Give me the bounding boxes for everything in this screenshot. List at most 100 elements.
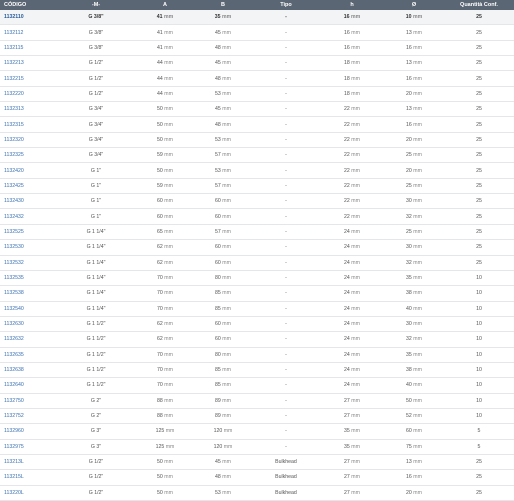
cell-code[interactable]: 1132313 [0, 101, 56, 118]
table-row[interactable]: 1132112 G 3/8" 41 mm 45 mm -16 mm 13 mm 25 [0, 24, 514, 41]
table-row[interactable]: 1132420 G 1" 50 mm 53 mm -22 mm 20 mm 25 [0, 162, 514, 179]
table-row[interactable]: 1132532 G 1 1/4" 62 mm 60 mm -24 mm 32 mm 25 [0, 255, 514, 271]
cell-code[interactable]: 1132215 [0, 70, 56, 87]
cell-h: 27 mm [320, 469, 384, 486]
cell-a: 62 mm [136, 255, 194, 271]
cell-tipo: - [252, 347, 320, 363]
cell-code[interactable]: 1132538 [0, 285, 56, 302]
cell-code[interactable]: 1132750 [0, 393, 56, 409]
table-row[interactable]: 1132538 G 1 1/4" 70 mm 85 mm -24 mm 38 mm 10 [0, 285, 514, 302]
cell-thread: G 1 1/2" [56, 347, 136, 363]
cell-thread-value: G 1 1/4" [86, 228, 106, 235]
unit-label: mm [351, 44, 360, 51]
table-row[interactable]: 113220L G 1/2" 50 mm 53 mm Bulkhead 27 mm 20 m… [0, 485, 514, 501]
table-row[interactable]: 1132530 G 1 1/4" 62 mm 60 mm -24 mm 30 mm 25 [0, 239, 514, 256]
cell-h-value: 18 [344, 90, 350, 97]
table-row[interactable]: 1132430 G 1" 60 mm 60 mm -22 mm 30 mm 25 [0, 193, 514, 210]
cell-diameter-value: 35 [406, 351, 412, 358]
cell-h: 35 mm [320, 439, 384, 455]
cell-code[interactable]: 1132640 [0, 377, 56, 394]
cell-code[interactable]: 1132535 [0, 270, 56, 287]
cell-code[interactable]: 1132213 [0, 55, 56, 72]
table-row[interactable]: 1132975 G 3" 125 mm 120 mm -35 mm 75 mm 5 [0, 439, 514, 455]
cell-a-value: 50 [157, 106, 163, 113]
cell-b: 85 mm [194, 301, 252, 317]
cell-code[interactable]: 1132635 [0, 347, 56, 363]
cell-code[interactable]: 1132975 [0, 439, 56, 455]
table-row[interactable]: 1132750 G 2" 88 mm 89 mm -27 mm 50 mm 10 [0, 393, 514, 409]
table-row[interactable]: 1132110 G 3/8" 41 mm 35 mm -16 mm 10 mm 25 [0, 10, 514, 26]
cell-code[interactable]: 1132325 [0, 147, 56, 164]
unit-label: mm [222, 244, 231, 251]
cell-a: 62 mm [136, 316, 194, 333]
cell-code[interactable]: 1132525 [0, 224, 56, 241]
cell-code[interactable]: 1132420 [0, 162, 56, 179]
cell-code[interactable]: 1132315 [0, 116, 56, 133]
cell-quantity-value: 10 [476, 275, 482, 282]
cell-code[interactable]: 1132220 [0, 86, 56, 103]
table-row[interactable]: 1132630 G 1 1/2" 62 mm 60 mm -24 mm 30 mm 10 [0, 316, 514, 333]
cell-code[interactable]: 1132115 [0, 40, 56, 57]
table-row[interactable]: 1132540 G 1 1/4" 70 mm 85 mm -24 mm 40 mm 10 [0, 301, 514, 317]
cell-b-value: 48 [215, 75, 221, 82]
table-row[interactable]: 1132320 G 3/4" 50 mm 53 mm -22 mm 20 mm 25 [0, 132, 514, 149]
table-row[interactable]: 1132535 G 1 1/4" 70 mm 80 mm -24 mm 35 mm 10 [0, 270, 514, 287]
unit-label: mm [223, 428, 233, 435]
cell-h-value: 16 [343, 14, 350, 21]
table-row[interactable]: 1132632 G 1 1/2" 62 mm 60 mm -24 mm 32 mm 10 [0, 331, 514, 348]
cell-code[interactable]: 1132960 [0, 423, 56, 440]
unit-label: mm [351, 152, 360, 159]
table-row[interactable]: 1132325 G 3/4" 59 mm 57 mm -22 mm 25 mm 25 [0, 147, 514, 164]
cell-code[interactable]: 1132530 [0, 239, 56, 256]
cell-code[interactable]: 1132632 [0, 331, 56, 348]
unit-label: mm [413, 167, 422, 174]
cell-code[interactable]: 1132432 [0, 208, 56, 225]
cell-h-value: 35 [344, 443, 350, 450]
table-row[interactable]: 1132220 G 1/2" 44 mm 53 mm -18 mm 20 mm 25 [0, 86, 514, 103]
unit-label: mm [351, 198, 360, 205]
table-row[interactable]: 1132115 G 3/8" 41 mm 48 mm -16 mm 16 mm 25 [0, 40, 514, 57]
table-row[interactable]: 113213L G 1/2" 50 mm 45 mm Bulkhead 27 mm 13 m… [0, 454, 514, 471]
table-row[interactable]: 1132640 G 1 1/2" 70 mm 85 mm -24 mm 40 mm 10 [0, 377, 514, 394]
cell-code[interactable]: 113215L [0, 469, 56, 486]
table-row[interactable]: 1132313 G 3/4" 50 mm 45 mm -22 mm 13 mm 25 [0, 101, 514, 118]
table-row[interactable]: 1132638 G 1 1/2" 70 mm 85 mm -24 mm 38 mm 10 [0, 362, 514, 379]
cell-code[interactable]: 1132540 [0, 301, 56, 317]
cell-a-value: 88 [157, 397, 163, 404]
cell-code[interactable]: 1132112 [0, 24, 56, 41]
cell-code[interactable]: 1132752 [0, 408, 56, 425]
table-row[interactable]: 1132635 G 1 1/2" 70 mm 80 mm -24 mm 35 mm 10 [0, 347, 514, 363]
cell-code[interactable]: 113220L [0, 485, 56, 501]
table-row[interactable]: 1132425 G 1" 59 mm 57 mm -22 mm 25 mm 25 [0, 178, 514, 195]
cell-code-value: 1132640 [4, 382, 24, 389]
unit-label: mm [164, 182, 173, 189]
cell-diameter: 13 mm [384, 454, 444, 471]
cell-code[interactable]: 1132110 [0, 10, 56, 26]
cell-h-value: 24 [344, 259, 350, 266]
table-row[interactable]: 113215L G 1/2" 50 mm 48 mm Bulkhead 27 mm 16 m… [0, 469, 514, 486]
table-row[interactable]: 1132960 G 3" 125 mm 120 mm -35 mm 60 mm 5 [0, 423, 514, 440]
table-row[interactable]: 1132215 G 1/2" 44 mm 48 mm -18 mm 16 mm 25 [0, 70, 514, 87]
unit-label: mm [413, 152, 422, 159]
cell-diameter: 32 mm [384, 331, 444, 348]
unit-label: mm [222, 367, 231, 374]
cell-code[interactable]: 1132430 [0, 193, 56, 210]
cell-h: 22 mm [320, 132, 384, 149]
cell-b-value: 45 [215, 29, 221, 36]
unit-label: mm [222, 75, 231, 82]
cell-code[interactable]: 1132425 [0, 178, 56, 195]
cell-code[interactable]: 1132320 [0, 132, 56, 149]
cell-code[interactable]: 1132532 [0, 255, 56, 271]
cell-code[interactable]: 1132630 [0, 316, 56, 333]
table-row[interactable]: 1132525 G 1 1/4" 65 mm 57 mm -24 mm 25 mm 25 [0, 224, 514, 241]
header-tipo: Tipo [252, 0, 320, 10]
table-row[interactable]: 1132752 G 2" 88 mm 89 mm -27 mm 52 mm 10 [0, 408, 514, 425]
cell-code[interactable]: 113213L [0, 454, 56, 471]
cell-code[interactable]: 1132638 [0, 362, 56, 379]
unit-label: mm [222, 14, 232, 21]
table-row[interactable]: 1132432 G 1" 60 mm 60 mm -22 mm 32 mm 25 [0, 208, 514, 225]
cell-h-value: 22 [344, 213, 350, 220]
table-row[interactable]: 1132315 G 3/4" 50 mm 48 mm -22 mm 16 mm 25 [0, 116, 514, 133]
cell-quantity-value: 25 [476, 29, 482, 36]
table-row[interactable]: 1132213 G 1/2" 44 mm 45 mm -18 mm 13 mm 25 [0, 55, 514, 72]
